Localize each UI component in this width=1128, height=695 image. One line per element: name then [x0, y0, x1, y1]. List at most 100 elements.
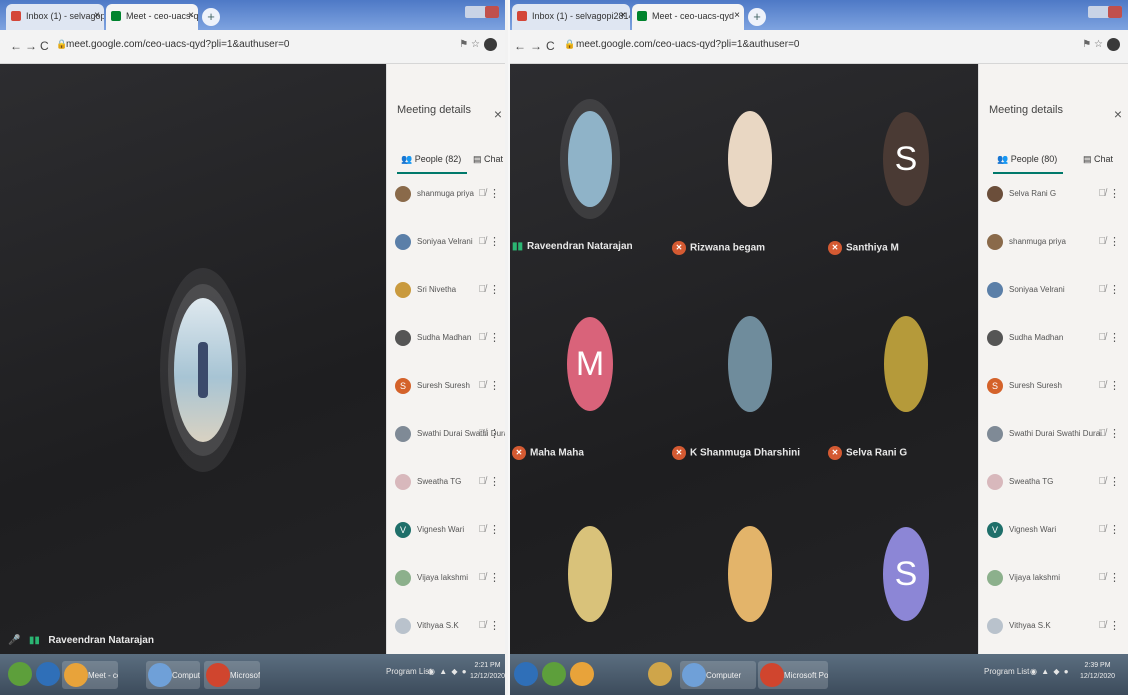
tab-people[interactable]: 👥 People (82) [396, 154, 468, 174]
taskbar-item-computer[interactable]: Computer [680, 661, 756, 689]
ie-icon[interactable] [36, 662, 60, 686]
tab-chat[interactable]: ▤ Chat [1083, 154, 1113, 165]
mic-muted-icon[interactable]: 🎙̸ [1099, 332, 1107, 343]
participant-row[interactable]: Soniyaa Velrani 🎙̸ ⋮ [387, 226, 505, 274]
taskbar-item-computer[interactable]: Computer [146, 661, 200, 689]
participant-row[interactable]: Vithyaa S.K 🎙̸ ⋮ [387, 610, 505, 654]
forward-icon[interactable]: → [530, 39, 542, 53]
more-options-icon[interactable]: ⋮ [1109, 379, 1120, 392]
mic-muted-icon[interactable]: 🎙̸ [1099, 572, 1107, 583]
start-orb-icon[interactable] [542, 662, 566, 686]
tab-chat[interactable]: ▤ Chat [473, 154, 503, 165]
participant-row[interactable]: Sweatha TG 🎙̸ ⋮ [387, 466, 505, 514]
tray-icons[interactable]: ◉ ▲ ◆ ● [428, 667, 468, 676]
participant-row[interactable]: Sudha Madhan 🎙̸ ⋮ [979, 322, 1128, 370]
start-orb-icon[interactable] [8, 662, 32, 686]
mic-muted-icon[interactable]: 🎙̸ [1099, 524, 1107, 535]
ie-icon[interactable] [514, 662, 538, 686]
profile-avatar-icon[interactable] [484, 38, 497, 51]
mic-muted-icon[interactable]: 🎙̸ [479, 524, 487, 535]
participant-row[interactable]: Vithyaa S.K 🎙̸ ⋮ [979, 610, 1128, 654]
clock[interactable]: 2:39 PM 12/12/2020 [1080, 660, 1115, 682]
more-options-icon[interactable]: ⋮ [1109, 619, 1120, 632]
mic-muted-icon[interactable]: 🎙̸ [479, 188, 487, 199]
tray-program-list[interactable]: Program List [386, 667, 431, 676]
mic-muted-icon[interactable]: 🎙̸ [1099, 188, 1107, 199]
toolbar-icons[interactable]: ⚑ ☆ [1082, 38, 1120, 51]
mic-muted-icon[interactable]: 🎙̸ [1099, 620, 1107, 631]
mic-muted-icon[interactable]: 🎙̸ [1099, 236, 1107, 247]
more-options-icon[interactable]: ⋮ [1109, 475, 1120, 488]
mic-muted-icon[interactable]: 🎙̸ [479, 236, 487, 247]
taskbar-item-meet[interactable]: Meet - ceo-uacs... [62, 661, 118, 689]
more-options-icon[interactable]: ⋮ [1109, 523, 1120, 536]
participant-row[interactable]: V Vignesh Wari 🎙̸ ⋮ [387, 514, 505, 562]
mic-muted-icon[interactable]: 🎙̸ [479, 332, 487, 343]
taskbar-item-powerpoint[interactable]: Microsoft PowerP... [204, 661, 260, 689]
participant-row[interactable]: V Vignesh Wari 🎙̸ ⋮ [979, 514, 1128, 562]
tray-program-list[interactable]: Program List [984, 667, 1029, 676]
participant-row[interactable]: shanmuga priya 🎙̸ ⋮ [387, 178, 505, 226]
mic-muted-icon[interactable]: 🎙̸ [479, 428, 487, 439]
close-icon[interactable]: × [734, 10, 740, 21]
participant-row[interactable]: Vijaya lakshmi 🎙̸ ⋮ [387, 562, 505, 610]
toolbar-icons[interactable]: ⚑ ☆ [459, 38, 497, 51]
more-options-icon[interactable]: ⋮ [489, 427, 500, 440]
window-controls[interactable] [465, 6, 499, 18]
window-close-icon[interactable] [1108, 6, 1122, 18]
close-icon[interactable]: × [94, 10, 100, 21]
more-options-icon[interactable]: ⋮ [489, 235, 500, 248]
mic-muted-icon[interactable]: 🎙̸ [1099, 476, 1107, 487]
taskbar-item-powerpoint[interactable]: Microsoft PowerP... [758, 661, 828, 689]
participant-row[interactable]: S Suresh Suresh 🎙̸ ⋮ [979, 370, 1128, 418]
reload-icon[interactable]: C [546, 39, 555, 53]
more-options-icon[interactable]: ⋮ [489, 379, 500, 392]
close-icon[interactable]: × [494, 106, 502, 122]
mic-muted-icon[interactable]: 🎙̸ [479, 620, 487, 631]
participant-row[interactable]: Sri Nivetha 🎙̸ ⋮ [387, 274, 505, 322]
participant-row[interactable]: shanmuga priya 🎙̸ ⋮ [979, 226, 1128, 274]
folder-icon[interactable] [648, 662, 672, 686]
tab-gmail[interactable]: Inbox (1) - selvagopi2814@gma × [512, 4, 630, 30]
mic-muted-icon[interactable]: 🎙̸ [1099, 284, 1107, 295]
close-icon[interactable]: × [620, 10, 626, 21]
more-options-icon[interactable]: ⋮ [489, 475, 500, 488]
participant-row[interactable]: Sudha Madhan 🎙̸ ⋮ [387, 322, 505, 370]
participant-row[interactable]: Swathi Durai Swathi Durai 🎙̸ ⋮ [387, 418, 505, 466]
mic-muted-icon[interactable]: 🎙̸ [479, 572, 487, 583]
more-options-icon[interactable]: ⋮ [489, 283, 500, 296]
participant-row[interactable]: S Suresh Suresh 🎙̸ ⋮ [387, 370, 505, 418]
new-tab-button[interactable]: + [202, 8, 220, 26]
chrome-icon[interactable] [570, 662, 594, 686]
more-options-icon[interactable]: ⋮ [489, 187, 500, 200]
url-field[interactable]: meet.google.com/ceo-uacs-qyd?pli=1&authu… [576, 39, 799, 50]
url-field[interactable]: meet.google.com/ceo-uacs-qyd?pli=1&authu… [66, 39, 289, 50]
close-icon[interactable]: × [188, 10, 194, 21]
mic-muted-icon[interactable]: 🎙̸ [479, 284, 487, 295]
more-options-icon[interactable]: ⋮ [1109, 187, 1120, 200]
window-controls[interactable] [1088, 6, 1122, 18]
more-options-icon[interactable]: ⋮ [1109, 427, 1120, 440]
participant-row[interactable]: Soniyaa Velrani 🎙̸ ⋮ [979, 274, 1128, 322]
tab-meet[interactable]: Meet - ceo-uacs-qyd × [632, 4, 744, 30]
close-icon[interactable]: × [1114, 106, 1122, 122]
more-options-icon[interactable]: ⋮ [1109, 235, 1120, 248]
reload-icon[interactable]: C [40, 39, 49, 53]
participant-row[interactable]: Selva Rani G 🎙̸ ⋮ [979, 178, 1128, 226]
participant-row[interactable]: Sweatha TG 🎙̸ ⋮ [979, 466, 1128, 514]
tab-gmail[interactable]: Inbox (1) - selvagopi2814@gmail.co × [6, 4, 104, 30]
back-icon[interactable]: ← [10, 39, 22, 53]
tray-icons[interactable]: ◉ ▲ ◆ ● [1030, 667, 1070, 676]
mic-muted-icon[interactable]: 🎙̸ [479, 476, 487, 487]
more-options-icon[interactable]: ⋮ [489, 571, 500, 584]
more-options-icon[interactable]: ⋮ [489, 523, 500, 536]
more-options-icon[interactable]: ⋮ [1109, 331, 1120, 344]
tab-meet[interactable]: Meet - ceo-uacs-qyd × [106, 4, 198, 30]
mic-muted-icon[interactable]: 🎙̸ [1099, 428, 1107, 439]
more-options-icon[interactable]: ⋮ [1109, 283, 1120, 296]
tab-people[interactable]: 👥 People (80) [992, 154, 1064, 174]
mic-muted-icon[interactable]: 🎙̸ [1099, 380, 1107, 391]
mic-muted-icon[interactable]: 🎙̸ [479, 380, 487, 391]
participant-row[interactable]: Swathi Durai Swathi Durai 🎙̸ ⋮ [979, 418, 1128, 466]
more-options-icon[interactable]: ⋮ [1109, 571, 1120, 584]
